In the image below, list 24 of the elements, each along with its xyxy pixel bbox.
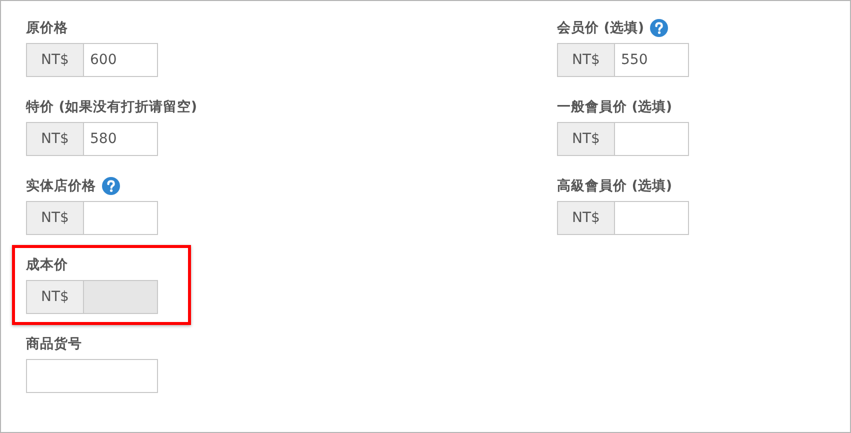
field-label: 一般會員价 (选填) [557, 98, 672, 116]
currency-prefix: NT$ [26, 201, 83, 235]
input-field[interactable] [83, 201, 158, 235]
currency-prefix: NT$ [557, 201, 614, 235]
help-icon[interactable] [102, 177, 120, 195]
field-label: 会员价 (选填) [557, 19, 644, 37]
input-field[interactable] [614, 201, 689, 235]
field-label: 实体店价格 [26, 177, 96, 195]
field-label: 特价 (如果没有打折请留空) [26, 98, 198, 116]
currency-prefix: NT$ [26, 280, 83, 314]
input-field[interactable]: 600 [83, 43, 158, 77]
field-label: 商品货号 [26, 335, 82, 353]
input-field[interactable] [26, 359, 158, 393]
currency-prefix: NT$ [26, 122, 83, 156]
field-label: 成本价 [26, 256, 68, 274]
currency-prefix: NT$ [557, 122, 614, 156]
currency-prefix: NT$ [26, 43, 83, 77]
currency-prefix: NT$ [557, 43, 614, 77]
input-field[interactable]: 580 [83, 122, 158, 156]
input-field[interactable] [614, 122, 689, 156]
input-field[interactable]: 550 [614, 43, 689, 77]
help-icon[interactable] [650, 19, 668, 37]
field-label: 原价格 [26, 19, 68, 37]
field-label: 高級會員价 (选填) [557, 177, 672, 195]
